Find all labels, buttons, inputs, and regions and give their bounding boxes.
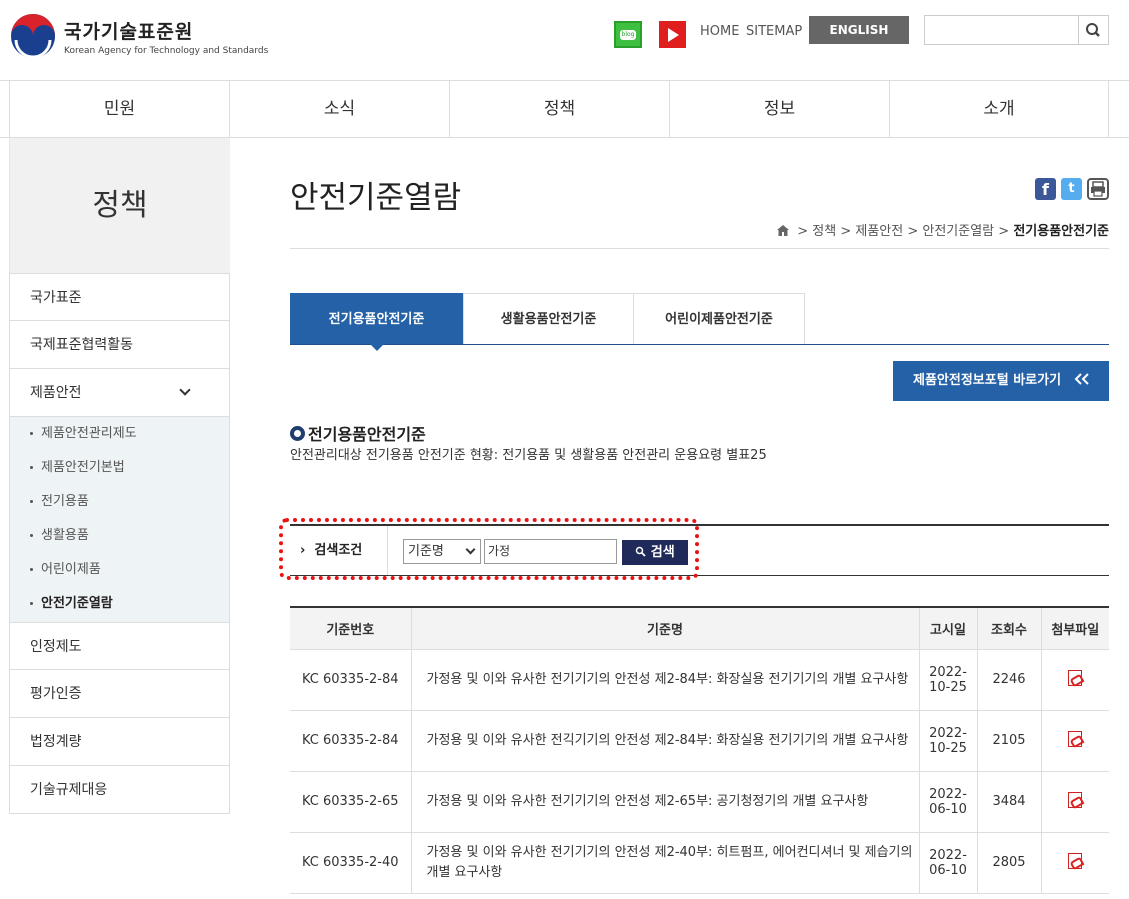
tab-children[interactable]: 어린이제품안전기준 (633, 293, 805, 344)
sidebar-item-national-standards[interactable]: 국가표준 (9, 273, 230, 321)
col-header-date[interactable]: 고시일 (918, 607, 978, 650)
table-row: KC 60335-2-40 가정용 및 이와 유사한 전기기기의 안전성 제2-… (290, 831, 1109, 894)
sidebar-subitem[interactable]: 제품안전관리제도 (10, 417, 229, 451)
home-link[interactable]: HOME (700, 24, 739, 39)
cell-name-link[interactable]: 가정용 및 이와 유사한 전기기기의 안전성 제2-40부: 히트펌프, 에어컨… (410, 831, 920, 894)
cell-number: KC 60335-2-84 (290, 648, 412, 711)
tab-household[interactable]: 생활용품안전기준 (463, 293, 634, 344)
cell-attachment (1040, 648, 1109, 711)
pdf-file-icon[interactable] (1068, 669, 1083, 686)
search-icon[interactable] (1078, 16, 1108, 44)
cell-name-link[interactable]: 가정용 및 이와 유사한 전기기기의 안전성 제2-84부: 화장실용 전기기기… (410, 648, 920, 711)
gnb-item-news[interactable]: 소식 (229, 81, 449, 138)
cell-attachment (1040, 770, 1109, 833)
logo-english: Korean Agency for Technology and Standar… (64, 45, 269, 56)
highlight-annotation (279, 518, 699, 580)
facebook-icon[interactable]: f (1035, 178, 1056, 200)
gnb-item-minwon[interactable]: 민원 (9, 81, 229, 138)
breadcrumb-item[interactable]: 안전기준열람 (922, 224, 994, 239)
cell-date: 2022-10-25 (918, 648, 978, 711)
site-logo[interactable]: 국가기술표준원 Korean Agency for Technology and… (10, 12, 270, 60)
section-description: 안전관리대상 전기용품 안전기준 현황: 전기용품 및 생활용품 안전관리 운용… (290, 448, 767, 463)
section-title-text: 전기용품안전기준 (308, 425, 426, 444)
breadcrumb-item[interactable]: 제품안전 (855, 224, 903, 239)
sidebar-item-accreditation[interactable]: 인정제도 (9, 622, 230, 670)
sidebar-subitem[interactable]: 생활용품 (10, 519, 229, 553)
twitter-icon[interactable]: t (1061, 178, 1082, 200)
breadcrumb-item[interactable]: 정책 (812, 224, 836, 239)
sidebar-item-certification[interactable]: 평가인증 (9, 670, 230, 718)
chevron-down-icon (179, 384, 191, 396)
taegeuk-emblem-icon (10, 13, 56, 59)
cell-attachment (1040, 831, 1109, 894)
pdf-file-icon[interactable] (1068, 852, 1083, 869)
gnb-item-policy[interactable]: 정책 (449, 81, 669, 138)
sidebar-item-label: 제품안전 (30, 385, 82, 401)
cell-attachment (1040, 709, 1109, 772)
standards-table: 기준번호 기준명 고시일 조회수 첨부파일 KC 60335-2-84 가정용 … (290, 606, 1109, 894)
sidebar-subitem[interactable]: 전기용품 (10, 485, 229, 519)
sidebar-title: 정책 (9, 138, 230, 273)
bullet-circle-icon (290, 425, 305, 441)
header-search-input[interactable] (924, 15, 1109, 45)
sidebar-item-metrology[interactable]: 법정계량 (9, 718, 230, 766)
double-chevron-left-icon (1074, 373, 1089, 385)
table-row: KC 60335-2-65 가정용 및 이와 유사한 전기기기의 안전성 제2-… (290, 770, 1109, 833)
cell-name-link[interactable]: 가정용 및 이와 유사한 전긱기기의 안전성 제2-84부: 화장실용 전기기기… (410, 709, 920, 772)
cell-number: KC 60335-2-65 (290, 770, 412, 833)
cell-number: KC 60335-2-84 (290, 709, 412, 772)
product-safety-portal-button[interactable]: 제품안전정보포털 바로가기 (893, 361, 1109, 401)
col-header-views[interactable]: 조회수 (976, 607, 1042, 650)
sidebar-submenu: 제품안전관리제도 제품안전기본법 전기용품 생활용품 어린이제품 안전기준열람 (9, 417, 230, 622)
sidebar-item-tech-regulation[interactable]: 기술규제대응 (9, 766, 230, 814)
page-title: 안전기준열람 (290, 180, 462, 216)
pdf-file-icon[interactable] (1068, 730, 1083, 747)
portal-button-label: 제품안전정보포털 바로가기 (913, 373, 1062, 388)
print-icon[interactable] (1087, 178, 1109, 200)
sidebar-subitem[interactable]: 어린이제품 (10, 553, 229, 587)
english-button[interactable]: ENGLISH (809, 16, 909, 44)
cell-number: KC 60335-2-40 (290, 831, 412, 894)
sidebar-subitem-active[interactable]: 안전기준열람 (10, 587, 229, 621)
sidebar-item-product-safety[interactable]: 제품안전 (9, 369, 230, 417)
col-header-attachment: 첨부파일 (1040, 607, 1109, 650)
cell-views: 3484 (976, 770, 1042, 833)
gnb-item-about[interactable]: 소개 (889, 81, 1109, 138)
breadcrumb-current: 전기용품안전기준 (1013, 224, 1109, 239)
cell-date: 2022-10-25 (918, 709, 978, 772)
cell-date: 2022-06-10 (918, 770, 978, 833)
sidebar-subitem[interactable]: 제품안전기본법 (10, 451, 229, 485)
cell-views: 2105 (976, 709, 1042, 772)
blog-icon[interactable]: blog (614, 21, 642, 48)
table-row: KC 60335-2-84 가정용 및 이와 유사한 전기기기의 안전성 제2-… (290, 648, 1109, 711)
pdf-file-icon[interactable] (1068, 791, 1083, 808)
cell-views: 2805 (976, 831, 1042, 894)
youtube-icon[interactable] (659, 21, 686, 48)
col-header-number[interactable]: 기준번호 (290, 607, 412, 650)
table-header-row: 기준번호 기준명 고시일 조회수 첨부파일 (290, 607, 1109, 650)
home-icon[interactable] (776, 225, 789, 236)
col-header-name[interactable]: 기준명 (410, 607, 920, 650)
divider (290, 248, 1109, 249)
cell-name-link[interactable]: 가정용 및 이와 유사한 전기기기의 안전성 제2-65부: 공기청정기의 개별… (410, 770, 920, 833)
cell-views: 2246 (976, 648, 1042, 711)
sitemap-link[interactable]: SITEMAP (746, 24, 802, 39)
tab-bar: 전기용품안전기준 생활용품안전기준 어린이제품안전기준 (290, 293, 1109, 351)
table-row: KC 60335-2-84 가정용 및 이와 유사한 전긱기기의 안전성 제2-… (290, 709, 1109, 772)
main-navigation: 민원 소식 정책 정보 소개 (0, 80, 1129, 138)
breadcrumb: > 정책 > 제품안전 > 안전기준열람 > 전기용품안전기준 (776, 220, 1109, 239)
tab-electrical[interactable]: 전기용품안전기준 (290, 293, 463, 351)
logo-korean: 국가기술표준원 (64, 20, 194, 43)
gnb-item-info[interactable]: 정보 (669, 81, 889, 138)
cell-date: 2022-06-10 (918, 831, 978, 894)
section-title: 전기용품안전기준 (290, 421, 426, 445)
sidebar-item-intl-cooperation[interactable]: 국제표준협력활동 (9, 321, 230, 369)
